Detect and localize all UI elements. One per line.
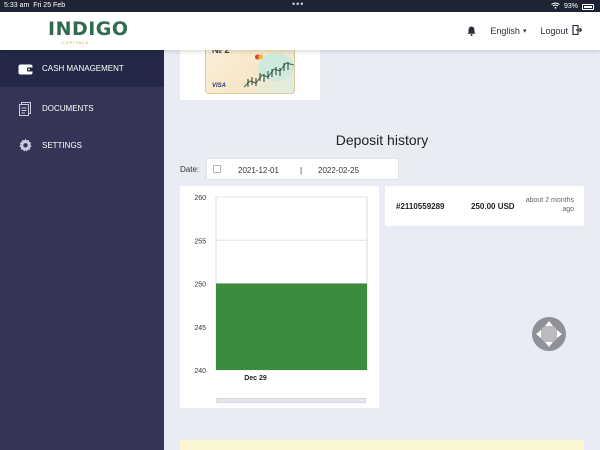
language-selector[interactable]: English ▾	[490, 26, 526, 36]
date-from-field[interactable]: 2021-12-01	[238, 166, 279, 175]
chart-scrollbar[interactable]	[216, 398, 366, 403]
status-indicators: 93%	[551, 2, 594, 11]
chart-bar	[216, 283, 367, 370]
battery-percent: 93%	[563, 3, 578, 10]
multitask-dots[interactable]: •••	[292, 0, 304, 9]
chart-y-tick-label: 240	[194, 368, 206, 375]
logo[interactable]: INDIGO CAPITALS	[48, 18, 129, 45]
card-brand: VISA	[212, 83, 227, 89]
sidebar-item-cash-management[interactable]: CASH MANAGEMENT	[0, 50, 164, 87]
logout-button[interactable]: Logout	[540, 24, 583, 37]
transaction-time: about 2 months ago	[525, 197, 574, 213]
date-to-field[interactable]: 2022-02-25	[318, 166, 359, 175]
deposit-chart: 240 245 250 255 260 Dec 29	[180, 186, 379, 408]
transaction-item[interactable]: #2110559289 250.00 USD about 2 months ag…	[385, 186, 584, 226]
document-icon	[17, 101, 33, 116]
sidebar-item-label: SETTINGS	[42, 141, 83, 150]
chart-y-tick-label: 245	[194, 325, 206, 332]
notice-banner	[180, 440, 584, 450]
status-bar: 5:33 am Fri 25 Feb ••• 93%	[0, 0, 600, 12]
chevron-down-icon: ▾	[522, 28, 527, 35]
logout-icon	[572, 24, 583, 37]
sidebar-item-settings[interactable]: SETTINGS	[0, 127, 164, 164]
date-range-picker[interactable]: 2021-12-01 | 2022-02-25	[206, 158, 399, 180]
logo-subtitle: CAPITALS	[62, 40, 90, 45]
card-panel: № 2 VISA	[180, 44, 320, 100]
transaction-amount: 250.00 USD	[471, 202, 515, 211]
top-header: INDIGO CAPITALS English ▾ Logout	[0, 12, 600, 50]
chart-y-tick-label: 255	[194, 238, 206, 245]
transaction-id: #2110559289	[396, 202, 445, 211]
battery-icon	[582, 3, 594, 10]
sidebar-item-label: DOCUMENTS	[42, 104, 94, 113]
status-time: 5:33 am Fri 25 Feb	[4, 2, 66, 9]
chart-y-tick-label: 260	[194, 195, 206, 202]
wallet-icon	[17, 62, 33, 76]
sidebar: CASH MANAGEMENT DOCUMENTS SETTINGS	[0, 50, 164, 450]
chart-x-tick-label: Dec 29	[244, 375, 267, 382]
gear-icon	[17, 138, 33, 153]
sidebar-item-label: CASH MANAGEMENT	[42, 64, 124, 73]
date-label: Date:	[180, 165, 200, 174]
chart-svg: 240 245 250 255 260 Dec 29	[194, 195, 368, 382]
chart-y-tick-label: 250	[194, 282, 206, 289]
main-content: № 2 VISA Deposit history Date: 2021-12-0…	[164, 44, 600, 450]
date-separator: |	[300, 166, 303, 175]
bell-icon[interactable]	[467, 26, 476, 36]
dpad-control-icon[interactable]	[532, 317, 566, 351]
calendar-icon	[213, 165, 221, 173]
sidebar-item-documents[interactable]: DOCUMENTS	[0, 90, 164, 127]
bank-card[interactable]: № 2 VISA	[205, 44, 295, 94]
section-title: Deposit history	[335, 132, 429, 148]
wifi-icon	[551, 2, 560, 11]
dpad-arrows-icon	[536, 321, 562, 347]
